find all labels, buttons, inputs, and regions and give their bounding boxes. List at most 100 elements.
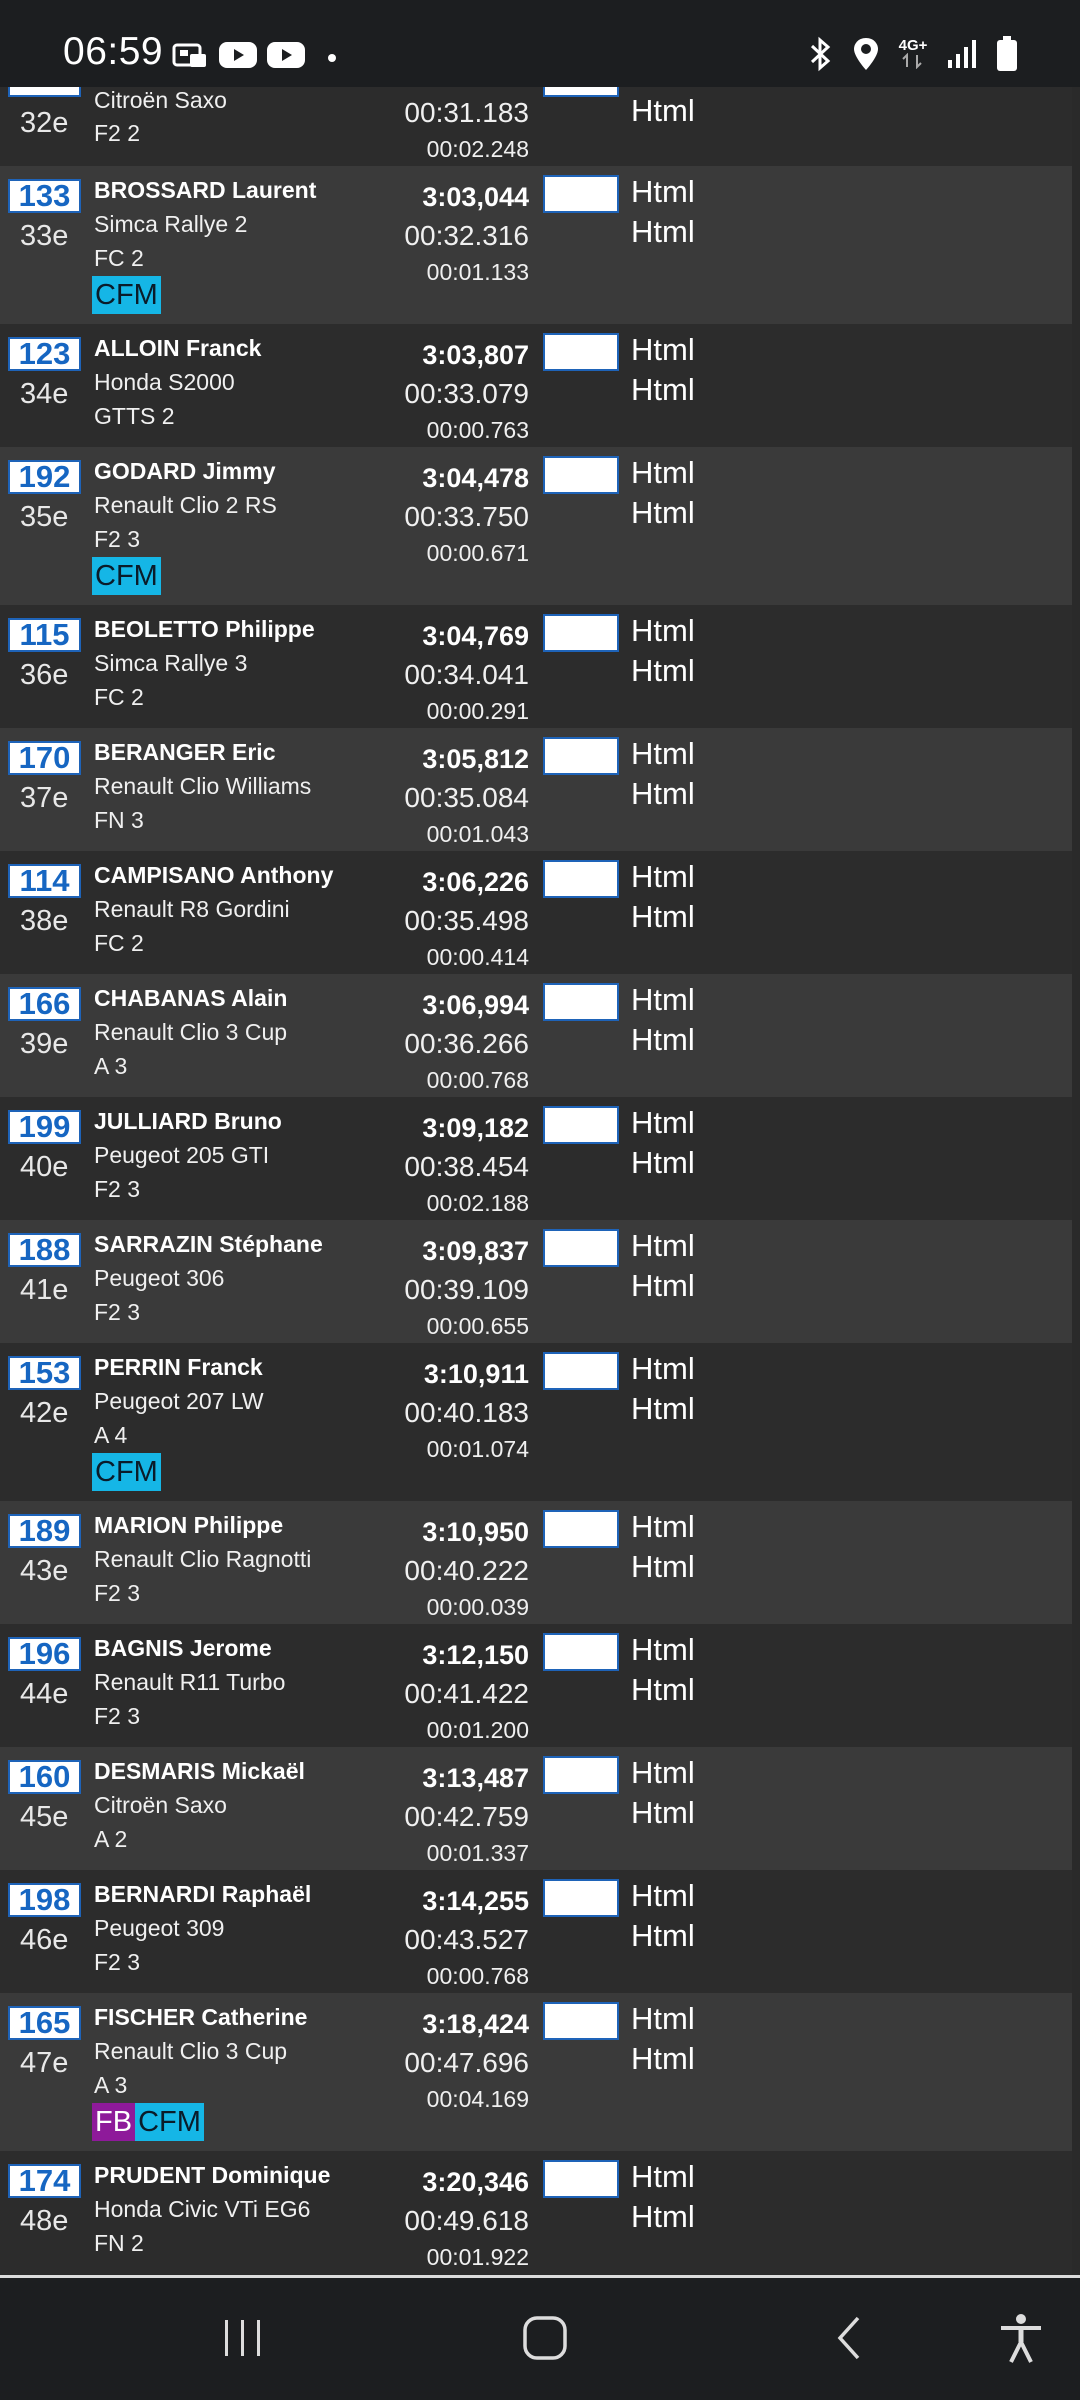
entry-driver-name: PERRIN Franck [94,1354,263,1380]
entry-html-link-2[interactable]: Html [631,495,695,531]
entry-select-box[interactable] [543,1229,619,1267]
entry-select-box[interactable] [543,737,619,775]
back-icon[interactable] [815,2308,885,2368]
entry-select-box[interactable] [543,87,619,97]
results-row[interactable]: 160 45e DESMARIS Mickaël Citroën Saxo A 2 3:1… [0,1747,1072,1870]
home-icon[interactable] [510,2308,580,2368]
entry-html-link[interactable]: Html [631,1755,695,1791]
results-row[interactable]: 188 41e SARRAZIN Stéphane Peugeot 306 F2 3 3:… [0,1220,1072,1343]
entry-total-time: 3:10,950 [422,1517,529,1547]
entry-number[interactable]: 174 [8,2164,81,2198]
entry-html-link-2[interactable]: Html [631,1022,695,1058]
entry-html-link-2[interactable]: Html [631,1145,695,1181]
entry-html-link[interactable]: Html [631,982,695,1018]
results-row[interactable]: 196 44e BAGNIS Jerome Renault R11 Turbo F2 3… [0,1624,1072,1747]
entry-html-link[interactable]: Html [631,93,695,129]
entry-number[interactable]: 199 [8,1110,81,1144]
entry-select-box[interactable] [543,1106,619,1144]
entry-select-box[interactable] [543,1879,619,1917]
entry-html-link-2[interactable]: Html [631,1549,695,1585]
entry-number[interactable]: 160 [8,1760,81,1794]
results-row[interactable]: 166 39e CHABANAS Alain Renault Clio 3 Cup A … [0,974,1072,1097]
entry-select-box[interactable] [543,2002,619,2040]
entry-select-box[interactable] [543,983,619,1021]
entry-number[interactable]: 123 [8,337,81,371]
entry-html-link[interactable]: Html [631,2159,695,2195]
entry-html-link-2[interactable]: Html [631,372,695,408]
recent-apps-icon[interactable] [208,2308,278,2368]
entry-number[interactable]: 170 [8,741,81,775]
entry-html-link-2[interactable]: Html [631,653,695,689]
entry-html-link[interactable]: Html [631,859,695,895]
entry-select-box[interactable] [543,456,619,494]
entry-number[interactable]: 192 [8,460,81,494]
results-row[interactable]: 153 42e PERRIN Franck Peugeot 207 LW A 4 3:10… [0,1343,1072,1501]
entry-number[interactable]: 166 [8,987,81,1021]
entry-html-link-2[interactable]: Html [631,1268,695,1304]
entry-html-link[interactable]: Html [631,1105,695,1141]
results-row[interactable]: 170 37e BERANGER Eric Renault Clio Williams… [0,728,1072,851]
entry-html-link[interactable]: Html [631,332,695,368]
results-list[interactable]: 32e Citroën Saxo F2 2 00:31.183 00:02.24… [0,87,1072,2275]
entry-html-link[interactable]: Html [631,1632,695,1668]
results-row[interactable]: 133 33e BROSSARD Laurent Simca Rallye 2 FC 2… [0,166,1072,324]
results-row[interactable]: 115 36e BEOLETTO Philippe Simca Rallye 3 FC … [0,605,1072,728]
entry-rank: 36e [20,659,69,691]
entry-select-box[interactable] [543,1633,619,1671]
entry-html-link-2[interactable]: Html [631,214,695,250]
results-row[interactable]: 198 46e BERNARDI Raphaël Peugeot 309 F2 3 3:1… [0,1870,1072,1993]
entry-html-link-2[interactable]: Html [631,1795,695,1831]
entry-select-box[interactable] [543,860,619,898]
entry-html-link[interactable]: Html [631,1509,695,1545]
results-row[interactable]: 174 48e PRUDENT Dominique Honda Civic VTi E… [0,2151,1072,2274]
entry-number[interactable]: 133 [8,179,81,213]
entry-html-link-2[interactable]: Html [631,1391,695,1427]
status-time: 06:59 [63,30,164,73]
entry-total-time: 3:05,812 [422,744,529,774]
entry-number[interactable]: 165 [8,2006,81,2040]
entry-html-link-2[interactable]: Html [631,1672,695,1708]
entry-number[interactable]: 114 [8,864,81,898]
entry-select-box[interactable] [543,1352,619,1390]
status-notification-icons [172,40,336,75]
results-row[interactable]: 199 40e JULLIARD Bruno Peugeot 205 GTI F2 3 3… [0,1097,1072,1220]
entry-html-link[interactable]: Html [631,736,695,772]
entry-html-link[interactable]: Html [631,1351,695,1387]
entry-number[interactable]: 198 [8,1883,81,1917]
entry-select-box[interactable] [543,333,619,371]
results-row[interactable]: 114 38e CAMPISANO Anthony Renault R8 Gordin… [0,851,1072,974]
entry-html-link-2[interactable]: Html [631,2199,695,2235]
entry-select-box[interactable] [543,2160,619,2198]
results-row-partial[interactable]: 32e Citroën Saxo F2 2 00:31.183 00:02.24… [0,87,1072,166]
entry-gap-leader: 00:32.316 [404,220,529,251]
entry-number[interactable]: 153 [8,1356,81,1390]
results-row[interactable]: 123 34e ALLOIN Franck Honda S2000 GTTS 2 3:03… [0,324,1072,447]
entry-html-link[interactable]: Html [631,2001,695,2037]
entry-html-link-2[interactable]: Html [631,899,695,935]
entry-select-box[interactable] [543,1510,619,1548]
results-row[interactable]: 165 47e FISCHER Catherine Renault Clio 3 Cu… [0,1993,1072,2151]
results-row[interactable]: 192 35e GODARD Jimmy Renault Clio 2 RS F2 3 3… [0,447,1072,605]
entry-number[interactable]: 115 [8,618,81,652]
entry-select-box[interactable] [543,1756,619,1794]
entry-rank: 32e [20,107,69,139]
entry-html-link[interactable]: Html [631,174,695,210]
results-row[interactable]: 189 43e MARION Philippe Renault Clio Ragnot… [0,1501,1072,1624]
entry-html-link[interactable]: Html [631,1878,695,1914]
entry-html-link-2[interactable]: Html [631,2041,695,2077]
entry-rank: 43e [20,1555,69,1587]
entry-html-link-2[interactable]: Html [631,776,695,812]
accessibility-icon[interactable] [986,2308,1056,2368]
entry-html-link[interactable]: Html [631,613,695,649]
entry-select-box[interactable] [543,614,619,652]
entry-number[interactable]: 188 [8,1233,81,1267]
entry-number[interactable]: 196 [8,1637,81,1671]
entry-number-box[interactable] [8,87,81,97]
entry-html-link[interactable]: Html [631,1228,695,1264]
notification-dot-icon [328,53,336,62]
entry-number[interactable]: 189 [8,1514,81,1548]
entry-select-box[interactable] [543,175,619,213]
entry-gap-previous: 00:01.133 [426,259,529,285]
entry-html-link-2[interactable]: Html [631,1918,695,1954]
entry-html-link[interactable]: Html [631,455,695,491]
